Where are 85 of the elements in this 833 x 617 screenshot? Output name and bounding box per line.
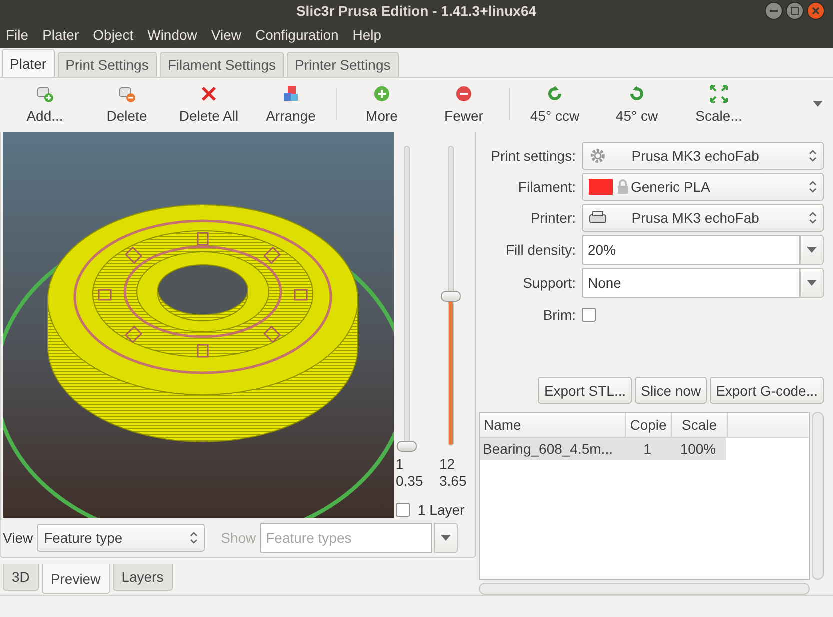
delete-x-icon	[199, 84, 219, 104]
checkbox-label: 1 Layer	[418, 502, 465, 518]
tab[interactable]: Printer Settings	[287, 52, 399, 77]
menu-item[interactable]: Object	[93, 27, 142, 43]
spin-arrows-icon	[809, 180, 817, 194]
expand-arrows-icon	[709, 84, 729, 104]
close-button[interactable]	[807, 2, 825, 20]
object-row[interactable]: Bearing_608_4.5m... 1 100%	[480, 438, 726, 460]
field-label: Brim:	[542, 307, 576, 323]
toolbar-button[interactable]: Arrange	[250, 80, 332, 128]
tab[interactable]: Filament Settings	[160, 52, 284, 77]
column-header[interactable]: Copie	[626, 413, 672, 437]
dropdown-arrow-icon	[807, 247, 817, 253]
dropdown-button[interactable]	[800, 235, 824, 265]
toolbar-button[interactable]: 45° ccw	[514, 80, 596, 128]
layer-height: 0.35	[396, 473, 424, 490]
toolbar-button[interactable]: Delete	[86, 80, 168, 128]
action-button[interactable]: Export STL...	[538, 377, 632, 404]
menu-item[interactable]: Help	[352, 27, 390, 43]
toolbar-button[interactable]: 45° cw	[596, 80, 678, 128]
menu-item[interactable]: Window	[148, 27, 206, 43]
tab[interactable]: Print Settings	[58, 52, 157, 77]
action-button[interactable]: Export G-code...	[710, 377, 824, 404]
combo-field[interactable]: 20%	[582, 235, 800, 265]
printer-icon	[589, 211, 607, 225]
maximize-icon	[791, 7, 799, 15]
dropdown-button[interactable]	[434, 523, 458, 553]
spin-arrows-icon	[808, 149, 817, 163]
filament-dropdown[interactable]: Generic PLA	[582, 173, 824, 201]
minus-circle-icon	[454, 84, 474, 104]
cubes-icon	[281, 84, 301, 104]
column-header[interactable]: Name	[480, 413, 626, 437]
preset-dropdown[interactable]: Prusa MK3 echoFab	[582, 142, 824, 170]
slider-thumb[interactable]	[397, 441, 417, 452]
tab[interactable]: Plater	[2, 49, 55, 77]
show-label: Show	[221, 530, 256, 546]
menu-item[interactable]: Configuration	[256, 27, 347, 43]
3d-viewport[interactable]	[3, 132, 394, 518]
layer-height: 3.65	[440, 473, 467, 490]
spin-arrows-icon	[190, 531, 198, 545]
minimize-icon	[770, 10, 778, 12]
layer-number: 12	[440, 456, 456, 473]
preset-dropdown[interactable]: Prusa MK3 echoFab	[582, 204, 824, 232]
table-cell-text: 1	[642, 440, 652, 459]
table-cell-text: Bearing_608_4.5m...	[482, 440, 614, 459]
field-label: Support:	[522, 275, 576, 291]
gear-icon	[589, 147, 607, 165]
action-button[interactable]: Slice now	[635, 377, 708, 404]
layer-number: 1	[396, 456, 404, 473]
dropdown-arrow-icon	[441, 535, 452, 541]
toolbar-button[interactable]: More	[341, 80, 423, 128]
toolbar-button[interactable]: Delete All	[168, 80, 250, 128]
dropdown-arrow-icon	[813, 100, 823, 106]
menu-item[interactable]: View	[211, 27, 250, 43]
toolbar-button[interactable]: Fewer	[423, 80, 505, 128]
close-icon	[812, 7, 820, 15]
dropdown-arrow-icon	[807, 280, 817, 286]
spin-arrows-icon	[808, 211, 817, 225]
view-tab[interactable]: 3D	[3, 564, 39, 591]
menu-item[interactable]: Plater	[42, 27, 88, 43]
field-label: Print settings:	[490, 148, 576, 164]
slider-thumb[interactable]	[440, 291, 460, 302]
column-header[interactable]: Scale	[672, 413, 728, 437]
lock-icon	[617, 179, 629, 195]
field-label: Printer:	[530, 210, 576, 226]
brim-checkbox[interactable]	[582, 308, 596, 322]
dropdown-button[interactable]	[800, 268, 824, 298]
one-layer-checkbox[interactable]	[396, 503, 410, 517]
view-tab[interactable]: Layers	[112, 564, 173, 591]
plus-circle-icon	[372, 84, 392, 104]
view-label: View	[3, 530, 34, 546]
table-cell-text: 100%	[679, 440, 718, 459]
view-tab[interactable]: Preview	[42, 564, 110, 594]
window-title: Slic3r Prusa Edition - 1.41.3+linux64	[296, 3, 537, 19]
field-label: Fill density:	[504, 242, 576, 258]
menu-item[interactable]: File	[6, 27, 37, 43]
toolbar-button[interactable]: Scale...	[678, 80, 760, 128]
combo-field[interactable]: None	[582, 268, 800, 298]
minimize-button[interactable]	[765, 2, 783, 20]
maximize-button[interactable]	[786, 2, 804, 20]
vertical-scrollbar[interactable]	[812, 412, 824, 580]
view-dropdown[interactable]: Feature type	[37, 524, 206, 552]
field-label: Filament:	[517, 179, 576, 195]
toolbar-button[interactable]: Add...	[4, 80, 86, 128]
horizontal-scrollbar[interactable]	[479, 583, 810, 595]
